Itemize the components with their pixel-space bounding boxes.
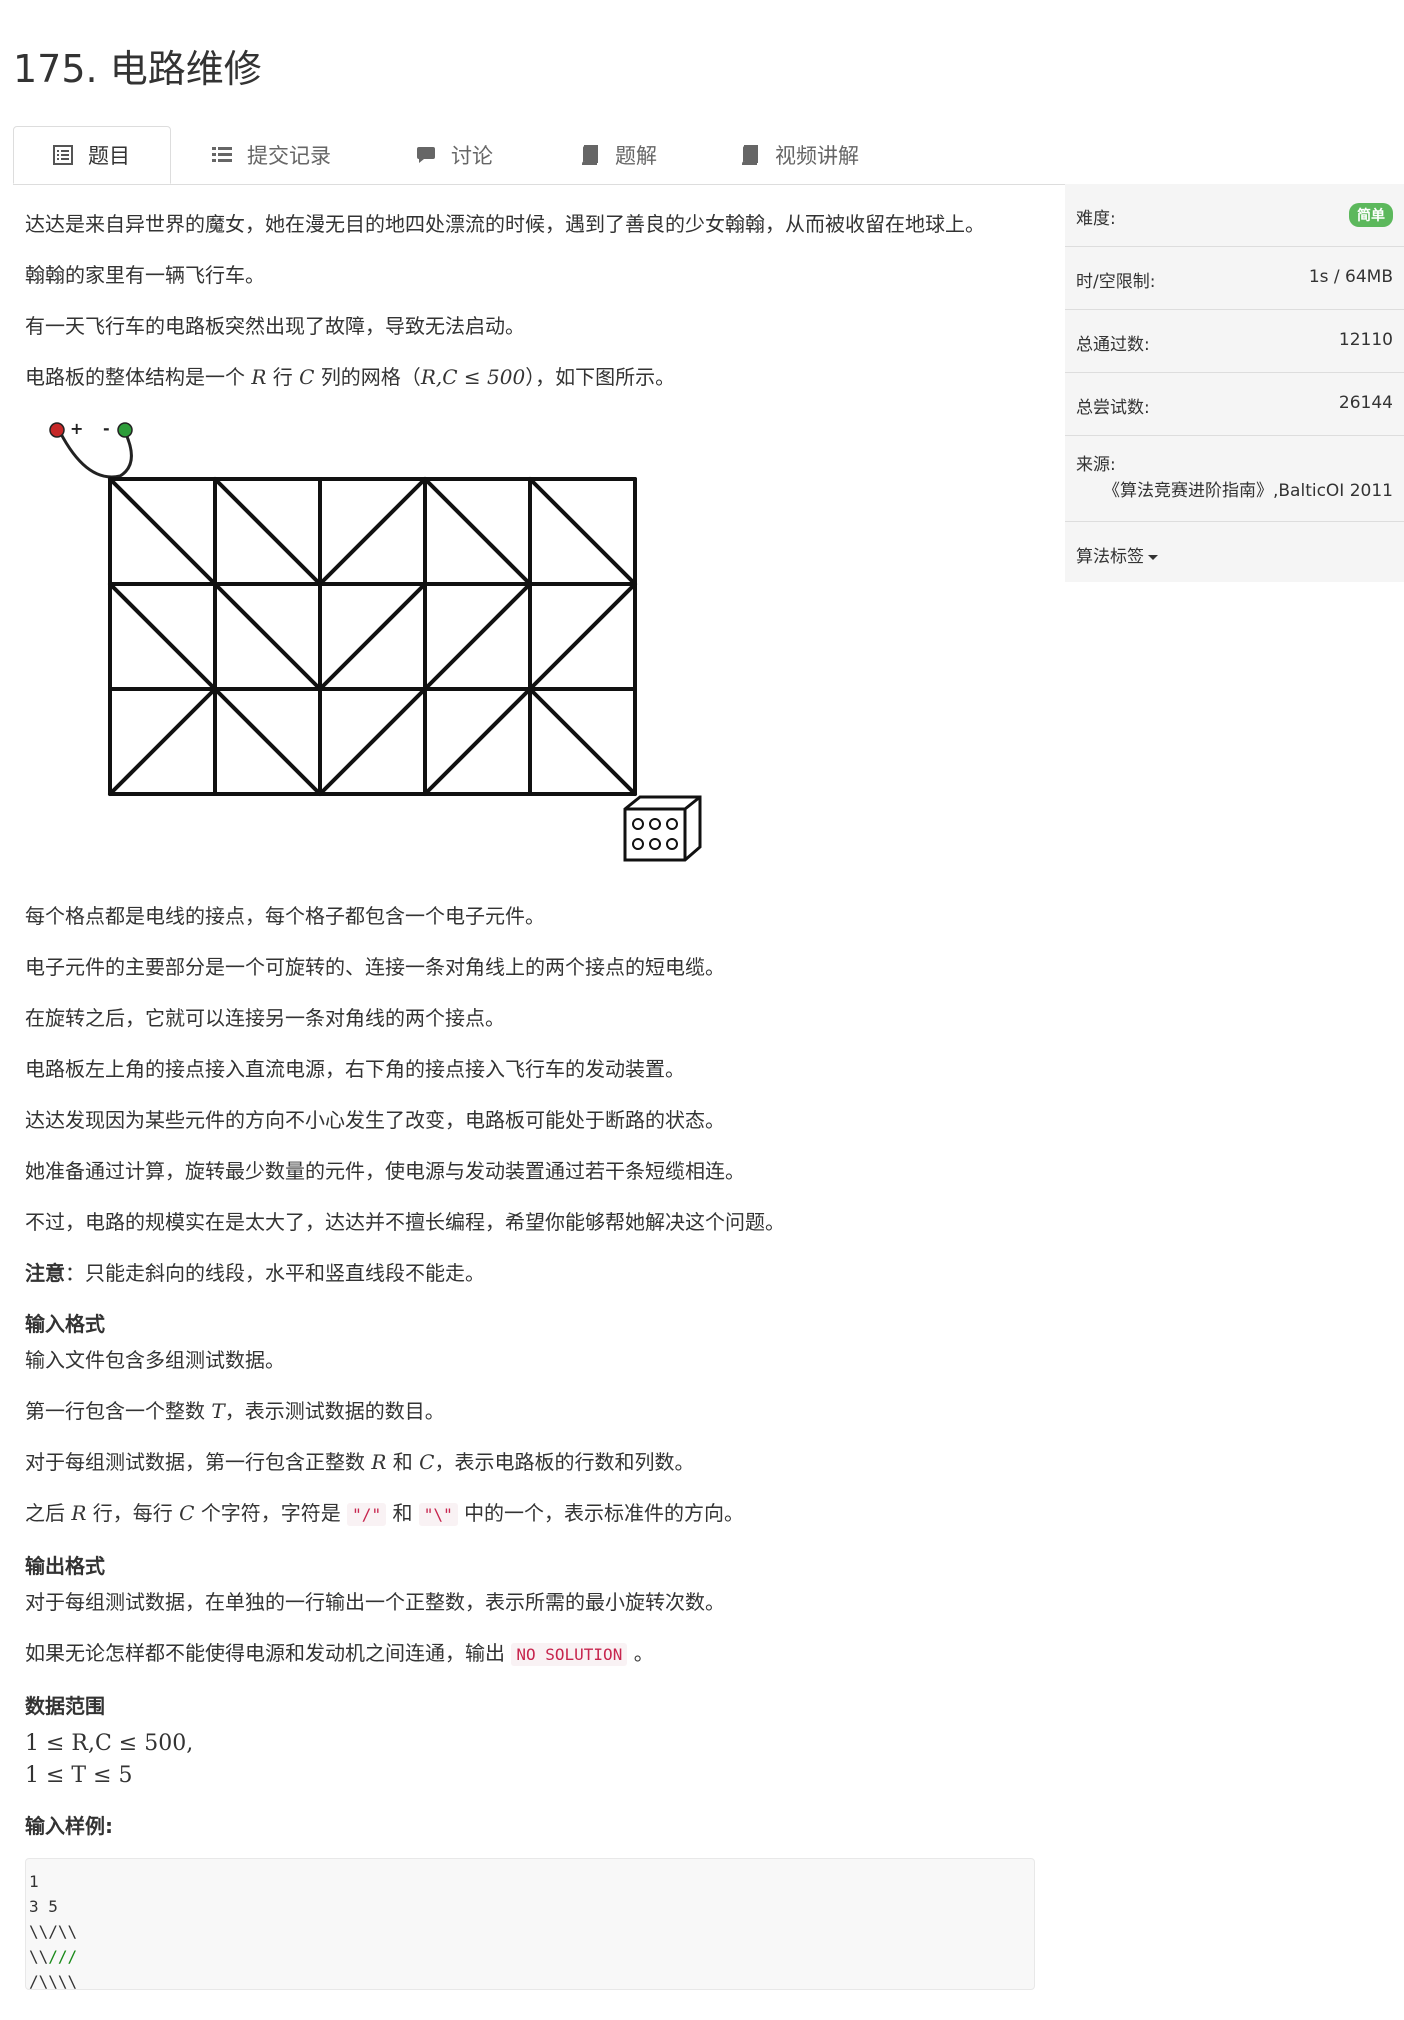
list-icon: [211, 144, 233, 166]
limit-row: 时/空限制: 1s / 64MB: [1065, 247, 1404, 310]
paragraph: 每个格点都是电线的接点，每个格子都包含一个电子元件。: [25, 904, 545, 928]
engine-device-icon: [623, 795, 702, 862]
power-positive-terminal: [49, 422, 65, 438]
range-line: 1 ≤ T ≤ 5: [25, 1763, 133, 1788]
sample-input-heading: 输入样例:: [25, 1814, 113, 1838]
paragraph: 达达是来自异世界的魔女，她在漫无目的地四处漂流的时候，遇到了善良的少女翰翰，从而…: [25, 212, 985, 236]
paragraph: 有一天飞行车的电路板突然出现了故障，导致无法启动。: [25, 314, 525, 338]
tab-video[interactable]: 视频讲解: [739, 126, 859, 184]
paragraph: 对于每组测试数据，在单独的一行输出一个正整数，表示所需的最小旋转次数。: [25, 1590, 725, 1614]
data-range-heading: 数据范围: [25, 1694, 105, 1718]
page-title: 175. 电路维修: [13, 47, 262, 91]
minus-sign: -: [103, 419, 110, 438]
paragraph: 输入文件包含多组测试数据。: [25, 1348, 285, 1372]
tab-submissions[interactable]: 提交记录: [211, 126, 331, 184]
paragraph: 第一行包含一个整数 T，表示测试数据的数目。: [25, 1399, 445, 1423]
tab-bar: 题目 提交记录 讨论 题解 视频讲解: [13, 126, 1403, 185]
tab-solutions[interactable]: 题解: [579, 126, 657, 184]
paragraph: 电路板左上角的接点接入直流电源，右下角的接点接入飞行车的发动装置。: [25, 1057, 685, 1081]
passed-row: 总通过数: 12110: [1065, 310, 1404, 373]
paragraph: 不过，电路的规模实在是太大了，达达并不擅长编程，希望你能够帮她解决这个问题。: [25, 1210, 785, 1234]
paragraph: 电路板的整体结构是一个 R 行 C 列的网格（R,C ≤ 500），如下图所示。: [25, 365, 676, 389]
power-negative-terminal: [117, 422, 133, 438]
circuit-board-figure: + -: [25, 414, 725, 874]
tab-problem[interactable]: 题目: [13, 126, 171, 184]
paragraph: 她准备通过计算，旋转最少数量的元件，使电源与发动装置通过若干条短缆相连。: [25, 1159, 745, 1183]
paragraph: 达达发现因为某些元件的方向不小心发生了改变，电路板可能处于断路的状态。: [25, 1108, 725, 1132]
caret-down-icon: [1148, 554, 1158, 560]
difficulty-row: 难度: 简单: [1065, 184, 1404, 247]
plus-sign: +: [70, 419, 83, 438]
output-format-heading: 输出格式: [25, 1554, 105, 1578]
paragraph: 在旋转之后，它就可以连接另一条对角线的两个接点。: [25, 1006, 505, 1030]
book-icon: [579, 144, 601, 166]
list-alt-icon: [52, 144, 74, 166]
problem-info-panel: 难度: 简单 时/空限制: 1s / 64MB 总通过数: 12110 总尝试数…: [1065, 184, 1404, 582]
tab-label: 提交记录: [247, 144, 331, 168]
inline-code: "/": [347, 1503, 387, 1526]
paragraph: 对于每组测试数据，第一行包含正整数 R 和 C，表示电路板的行数和列数。: [25, 1450, 695, 1474]
inline-code: NO SOLUTION: [511, 1643, 628, 1666]
tab-label: 视频讲解: [775, 144, 859, 168]
range-line: 1 ≤ R,C ≤ 500,: [25, 1731, 194, 1756]
tried-row: 总尝试数: 26144: [1065, 373, 1404, 436]
book-icon: [739, 144, 761, 166]
algorithm-tags-toggle[interactable]: 算法标签: [1065, 522, 1404, 582]
tab-label: 题解: [615, 144, 657, 168]
source-row: 来源: 《算法竞赛进阶指南》,BalticOI 2011: [1065, 436, 1404, 522]
problem-description: 达达是来自异世界的魔女，她在漫无目的地四处漂流的时候，遇到了善良的少女翰翰，从而…: [25, 210, 1035, 1991]
paragraph: 之后 R 行，每行 C 个字符，字符是 "/" 和 "\" 中的一个，表示标准件…: [25, 1501, 745, 1526]
tab-label: 讨论: [451, 144, 493, 168]
inline-code: "\": [418, 1503, 458, 1526]
paragraph: 翰翰的家里有一辆飞行车。: [25, 263, 265, 287]
sample-input-block[interactable]: 1 3 5 \\/\\ \\/// /\\\\: [25, 1858, 1035, 1991]
comment-icon: [415, 144, 437, 166]
paragraph: 如果无论怎样都不能使得电源和发动机之间连通，输出 NO SOLUTION 。: [25, 1641, 654, 1666]
paragraph: 电子元件的主要部分是一个可旋转的、连接一条对角线上的两个接点的短电缆。: [25, 955, 725, 979]
difficulty-badge: 简单: [1349, 203, 1393, 227]
input-format-heading: 输入格式: [25, 1312, 105, 1336]
note: 注意：只能走斜向的线段，水平和竖直线段不能走。: [25, 1261, 485, 1285]
tab-label: 题目: [88, 144, 130, 168]
tab-discussion[interactable]: 讨论: [415, 126, 493, 184]
